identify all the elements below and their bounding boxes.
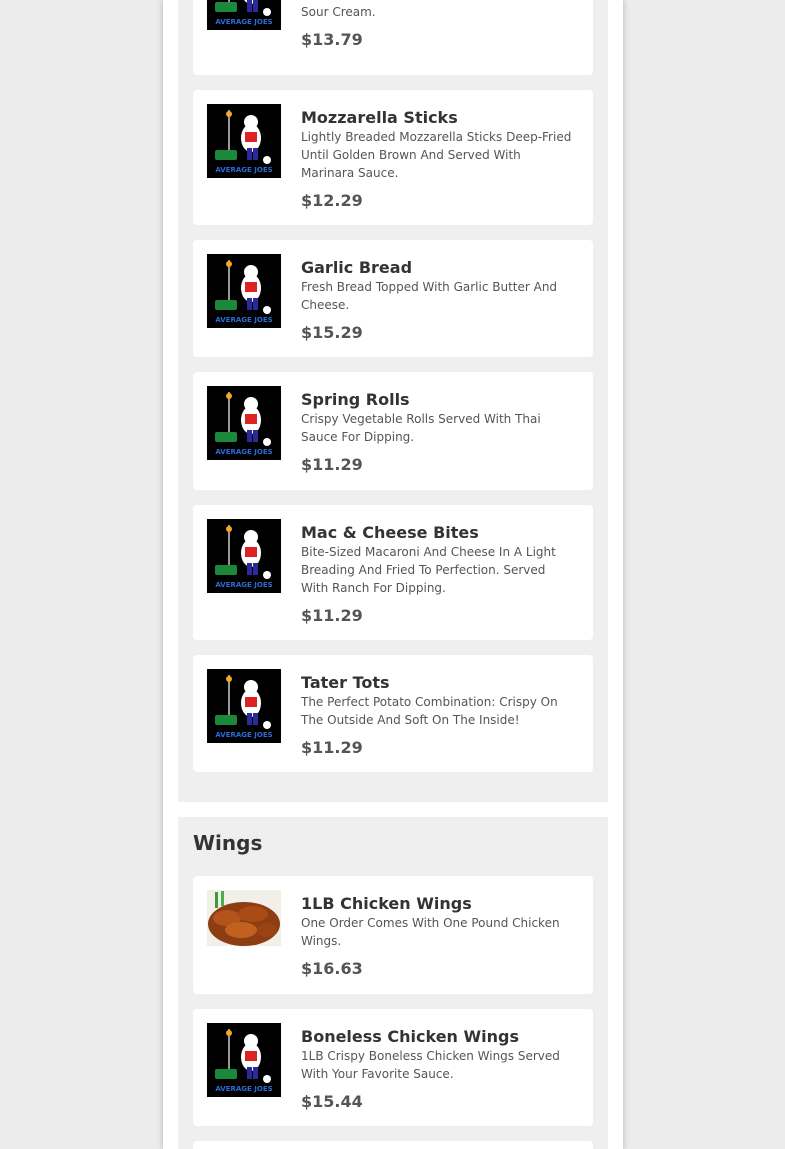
menu-item-description: Crispy Vegetable Rolls Served With Thai … — [301, 412, 541, 444]
menu-item-price: $11.29 — [301, 738, 363, 757]
menu-item-card[interactable]: AVERAGE JOES Tater Tots The Perfect Pota… — [193, 655, 593, 772]
svg-text:AVERAGE JOES: AVERAGE JOES — [215, 731, 272, 739]
menu-item-price: $11.29 — [301, 606, 363, 625]
menu-item-name: Mozzarella Sticks — [301, 108, 458, 127]
menu-item-name: Garlic Bread — [301, 258, 413, 277]
svg-text:AVERAGE JOES: AVERAGE JOES — [215, 166, 272, 174]
menu-item-card[interactable]: AVERAGE JOES Mozzarella Sticks Lightly B… — [193, 90, 593, 225]
menu-item-price: $15.44 — [301, 1092, 363, 1111]
svg-text:AVERAGE JOES: AVERAGE JOES — [215, 1085, 272, 1093]
menu-item-description: One Order Comes With One Pound Chicken W… — [301, 916, 560, 948]
restaurant-logo-icon: AVERAGE JOES — [207, 254, 281, 328]
menu-item-description: Bite-Sized Macaroni And Cheese In A Ligh… — [301, 545, 556, 595]
svg-text:AVERAGE JOES: AVERAGE JOES — [215, 448, 272, 456]
menu-section-appetizers: AVERAGE JOES Tasty Potato Shells Loaded … — [178, 0, 608, 802]
restaurant-logo-icon: AVERAGE JOES — [207, 386, 281, 460]
section-title: Wings — [193, 831, 263, 855]
menu-item-card[interactable]: AVERAGE JOES Spring Rolls Crispy Vegetab… — [193, 372, 593, 490]
menu-item-description: Lightly Breaded Mozzarella Sticks Deep-F… — [301, 130, 572, 180]
menu-item-price: $16.63 — [301, 959, 363, 978]
menu-item-card[interactable]: AVERAGE JOES Tasty Potato Shells Loaded … — [193, 0, 593, 75]
menu-item-name: Boneless Chicken Wings — [301, 1027, 520, 1046]
menu-item-name: 1LB Chicken Wings — [301, 894, 472, 913]
menu-item-description: Fresh Bread Topped With Garlic Butter An… — [301, 280, 558, 312]
restaurant-logo-icon: AVERAGE JOES — [207, 104, 281, 178]
menu-item-name: Tater Tots — [301, 673, 390, 692]
restaurant-logo-icon: AVERAGE JOES — [207, 1023, 281, 1097]
svg-text:AVERAGE JOES: AVERAGE JOES — [215, 316, 272, 324]
svg-text:AVERAGE JOES: AVERAGE JOES — [215, 581, 272, 589]
menu-item-description: The Perfect Potato Combination: Crispy O… — [301, 695, 558, 727]
menu-item-card[interactable]: AVERAGE JOES Mac & Cheese Bites Bite-Siz… — [193, 505, 593, 640]
restaurant-logo-icon: AVERAGE JOES — [207, 669, 281, 743]
menu-item-price: $11.29 — [301, 455, 363, 474]
menu-item-description: 1LB Crispy Boneless Chicken Wings Served… — [301, 1049, 560, 1081]
menu-item-name: Mac & Cheese Bites — [301, 523, 479, 542]
svg-text:AVERAGE JOES: AVERAGE JOES — [215, 18, 272, 26]
menu-section-wings: Wings 1LB Chicken Wings One Order Comes … — [178, 817, 608, 1149]
menu-item-name: Spring Rolls — [301, 390, 410, 409]
menu-item-card[interactable]: AVERAGE JOES Garlic Bread Fresh Bread To… — [193, 240, 593, 357]
menu-page: AVERAGE JOES Tasty Potato Shells Loaded … — [163, 0, 623, 1149]
menu-item-price: $15.29 — [301, 323, 363, 342]
menu-item-card[interactable]: AVERAGE JOES Boneless Chicken Wings 1LB … — [193, 1009, 593, 1126]
menu-item-price: $13.79 — [301, 30, 363, 49]
menu-item-description: Tasty Potato Shells Loaded With Cheese B… — [301, 0, 552, 19]
restaurant-logo-icon: AVERAGE JOES — [207, 0, 281, 30]
menu-item-card[interactable]: 1LB Chicken Wings One Order Comes With O… — [193, 876, 593, 994]
chicken-wings-photo — [207, 890, 281, 946]
restaurant-logo-icon: AVERAGE JOES — [207, 519, 281, 593]
menu-item-price: $12.29 — [301, 191, 363, 210]
menu-item-card[interactable] — [193, 1141, 593, 1149]
